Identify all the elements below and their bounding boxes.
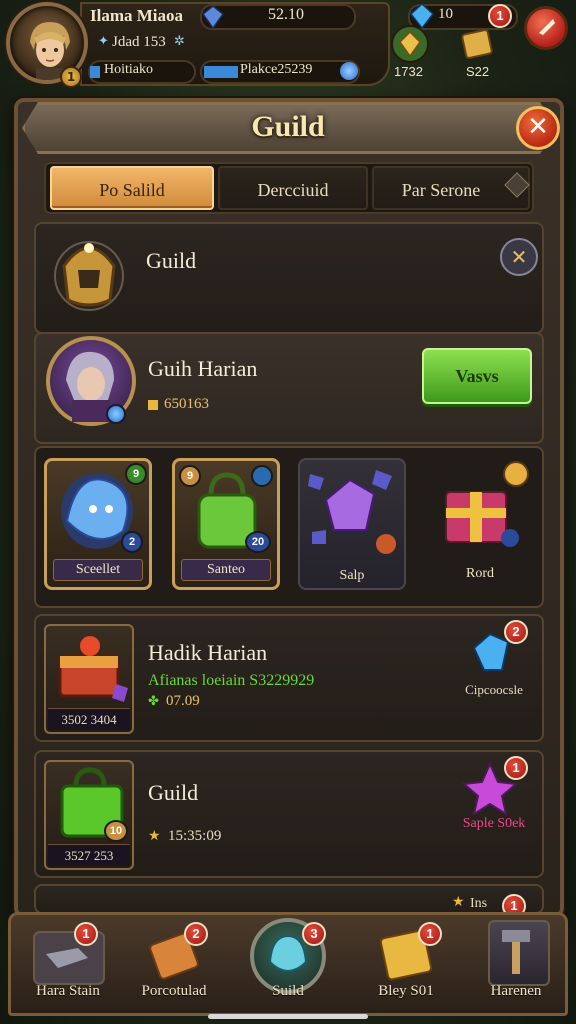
item-label: Sceellet — [53, 559, 143, 581]
member-value: 650163 — [164, 396, 209, 412]
guild-card-title: Guild — [146, 248, 197, 273]
reward-row-partial[interactable] — [34, 884, 544, 914]
anvil-icon — [33, 931, 105, 985]
member-rank-icon — [106, 404, 126, 424]
reward-timer: 15:35:09 — [168, 828, 222, 844]
red-emblem-icon — [539, 19, 555, 35]
nav-item-hara-stain[interactable]: 1 Hara Stain — [18, 918, 118, 1014]
stat-left-label: Hoitiako — [104, 62, 153, 77]
reward-item-count: 3502 3404 — [48, 708, 130, 730]
reward-item-frame: 3502 3404 — [44, 624, 134, 734]
reward-badge: 2 — [504, 620, 528, 644]
gold-scroll-icon[interactable] — [456, 22, 498, 64]
guild-helmet-icon — [54, 241, 124, 311]
partial-row-label: Ins — [470, 896, 488, 911]
item-tile-santeo[interactable]: 9 20 Santeo — [172, 458, 280, 590]
item-badge-bottom: 20 — [245, 531, 271, 553]
nav-item-harenen[interactable]: Harenen — [470, 918, 562, 1014]
player-name: Ilama Miaoa — [90, 6, 184, 25]
nav-badge: 1 — [74, 922, 98, 946]
star-icon: ★ — [452, 894, 465, 910]
coin-icon — [148, 400, 158, 410]
star-icon: ★ — [148, 828, 161, 844]
item-badge-top: 9 — [125, 463, 147, 485]
nav-item-porcotulad[interactable]: 2 Porcotulad — [124, 918, 224, 1014]
stat-right-icon — [204, 66, 238, 78]
nav-label: Porcotulad — [141, 983, 207, 999]
gift-box-icon — [445, 461, 529, 547]
player-level-badge: 1 — [60, 66, 82, 88]
stat-right-label: Plakce25239 — [240, 62, 313, 77]
reward-side-label: Cipcoocsle — [465, 682, 523, 697]
item-label: Salp — [339, 568, 365, 583]
nav-item-bley-s01[interactable]: 1 Bley S01 — [356, 918, 456, 1014]
red-chest-icon — [58, 636, 128, 702]
settings-button[interactable] — [524, 6, 568, 50]
stat-left-icon — [90, 66, 100, 78]
snowflake-icon: ✲ — [174, 34, 185, 49]
top-hud: 1 Ilama Miaoa ✦ Jdad 153 ✲ Hoitiako Plak… — [0, 0, 576, 96]
item-tile-rord[interactable]: Rord — [424, 458, 532, 590]
reward-title: Hadik Harian — [148, 640, 268, 665]
reward-subtitle: Afianas loeiain S3229929 — [148, 672, 315, 689]
item-label: Santeo — [181, 559, 271, 581]
gem-icon — [201, 5, 225, 30]
item-tile-sceellet[interactable]: 9 2 Sceellet — [44, 458, 152, 590]
nav-badge: 1 — [418, 922, 442, 946]
item-badge-bottom: 2 — [121, 531, 143, 553]
tab-dercciuid[interactable]: Dercciuid — [218, 166, 368, 210]
resource2-value: S22 — [466, 64, 490, 79]
guild-card-close-button[interactable]: ✕ — [500, 238, 538, 276]
nav-badge: 3 — [302, 922, 326, 946]
nav-label: Suild — [272, 983, 304, 999]
clover-icon: ✤ — [148, 694, 159, 709]
panel-close-button[interactable]: ✕ — [516, 106, 560, 150]
member-name: Guih Harian — [148, 356, 258, 381]
blue-orb-icon — [340, 62, 358, 80]
player-subline: Jdad 153 — [112, 34, 166, 50]
item-label: Rord — [466, 566, 494, 581]
purple-crystal-icon — [308, 470, 396, 554]
item-tile-salp[interactable]: Salp — [298, 458, 406, 590]
nav-label: Harenen — [490, 983, 542, 999]
hammer-icon — [502, 930, 530, 974]
nav-item-suild[interactable]: 3 Suild — [238, 918, 338, 1014]
nav-item-frame — [488, 920, 550, 986]
item-badge-top: 9 — [179, 465, 201, 487]
reward-item-frame: 10 3527 253 — [44, 760, 134, 870]
panel-title: Guild — [251, 110, 325, 143]
reward-value: 07.09 — [166, 693, 200, 709]
scroll-icon — [149, 932, 199, 980]
count-value: 10 — [438, 6, 453, 22]
tab-po-salild[interactable]: Po Salild — [50, 166, 214, 210]
nav-label: Hara Stain — [36, 983, 100, 999]
reward-badge: 1 — [504, 756, 528, 780]
reward-side-label: Saple S0ek — [462, 816, 526, 831]
gems-value: 52.10 — [268, 6, 304, 23]
item-count-badge: 10 — [104, 820, 128, 842]
reward-item-count: 3527 253 — [48, 844, 130, 866]
member-action-button[interactable]: Vasvs — [422, 348, 532, 404]
green-chest-icon[interactable] — [390, 24, 430, 64]
star-icon: ✦ — [98, 34, 109, 49]
resource1-value: 1732 — [394, 64, 423, 79]
nav-label: Bley S01 — [378, 983, 434, 999]
nav-badge: 2 — [184, 922, 208, 946]
home-indicator — [208, 1014, 368, 1019]
reward-title: Guild — [148, 780, 199, 805]
item-badge-corner-icon — [251, 465, 273, 487]
